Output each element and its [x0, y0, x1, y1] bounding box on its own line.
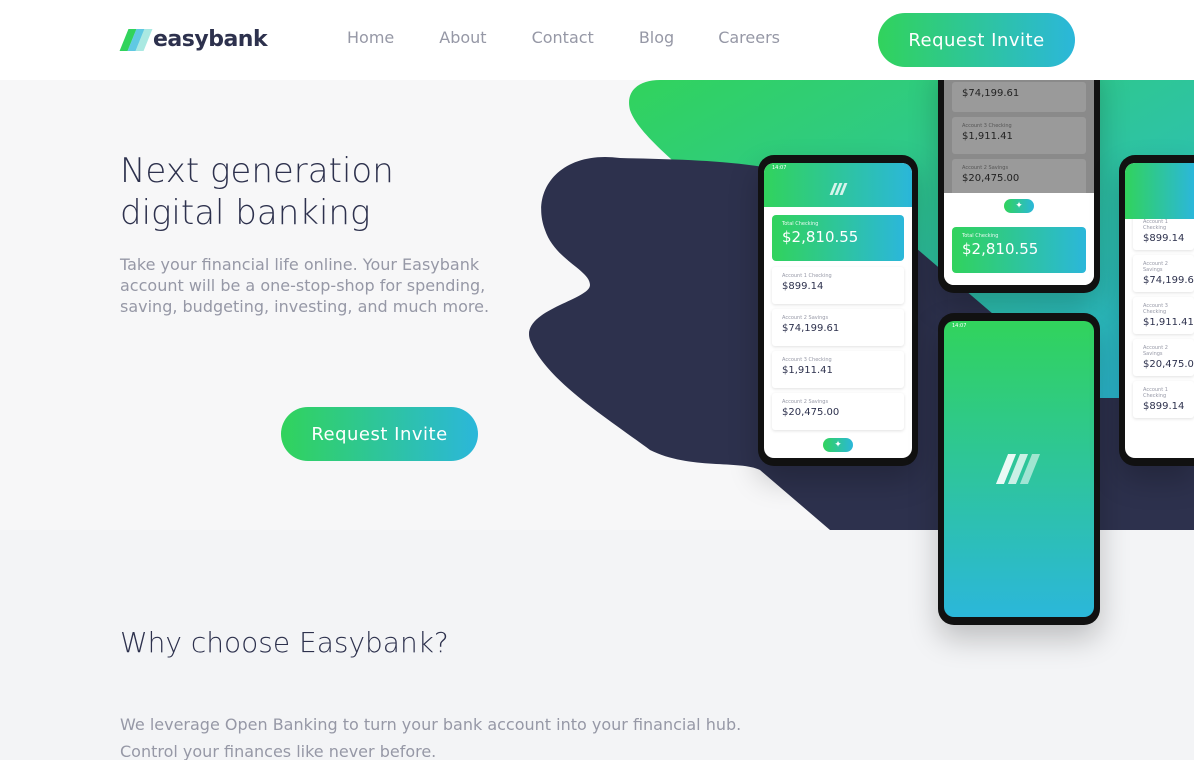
total-checking-card[interactable]: Total Checking $2,810.55: [952, 227, 1086, 273]
logo-text: easybank: [153, 26, 268, 52]
account-card[interactable]: Account 2 Savings $74,199.61: [772, 309, 904, 346]
why-description: We leverage Open Banking to turn your ba…: [120, 711, 770, 760]
nav-about[interactable]: About: [439, 28, 486, 47]
splash-logo-icon: [995, 454, 1042, 484]
nav-careers[interactable]: Careers: [718, 28, 780, 47]
total-label: Total Checking: [782, 221, 819, 227]
header-request-invite-button[interactable]: Request Invite: [878, 13, 1075, 67]
phone-splash-screen: 14:07: [944, 321, 1094, 617]
account-label: Account 1 Checking: [1143, 219, 1168, 231]
why-text-line2: Control your finances like never before.: [120, 742, 437, 760]
account-label: Account 3 Checking: [1143, 303, 1168, 315]
main-nav: Home About Contact Blog Careers: [347, 28, 820, 47]
hero-title-line2: digital banking: [120, 193, 371, 233]
account-card[interactable]: Account 3 Checking $1,911.41: [952, 117, 1086, 154]
why-title: Why choose Easybank?: [120, 626, 449, 659]
hero-title-line1: Next generation: [120, 151, 394, 191]
account-label: Account 2 Savings: [782, 315, 829, 321]
app-header: 14:07: [764, 163, 912, 207]
account-card[interactable]: Account 2 Savings $20,475.00: [952, 159, 1086, 196]
account-label: Account 3 Checking: [782, 357, 832, 363]
scrolled-account-list: $74,199.61 Account 3 Checking $1,911.41 A…: [944, 68, 1094, 196]
phone-right-screen: Account 1 Checking $899.14 Account 2 Savi…: [1125, 163, 1194, 458]
account-card[interactable]: Account 2 Savings $74,199.61: [1133, 255, 1194, 292]
nav-home[interactable]: Home: [347, 28, 394, 47]
phone-accounts-scrolled: $74,199.61 Account 3 Checking $1,911.41 A…: [938, 60, 1100, 293]
phone-accounts-right: Account 1 Checking $899.14 Account 2 Savi…: [1119, 155, 1194, 466]
status-time: 14:07: [772, 165, 787, 171]
hero-description: Take your financial life online. Your Ea…: [120, 255, 490, 316]
status-time: 14:07: [952, 323, 967, 329]
account-value: $74,199.61: [782, 323, 840, 334]
account-label: Account 2 Savings: [962, 165, 1009, 171]
logo[interactable]: easybank: [119, 26, 268, 52]
account-value: $74,199.61: [962, 88, 1020, 99]
account-label: Account 2 Savings: [782, 399, 829, 405]
account-value: $1,911.41: [782, 365, 833, 376]
total-label: Total Checking: [962, 233, 999, 239]
phone-splash: 14:07: [938, 313, 1100, 625]
phone-accounts-screen: 14:07 Total Checking $2,810.55 Account 1…: [764, 163, 912, 458]
nav-blog[interactable]: Blog: [639, 28, 674, 47]
app-logo-icon: [829, 183, 848, 195]
account-value: $1,911.41: [1143, 317, 1194, 328]
account-label: Account 1 Checking: [1143, 387, 1168, 399]
transfer-sheet: ✦ Total Checking $2,810.55: [944, 193, 1094, 285]
account-value: $20,475.00: [782, 407, 840, 418]
account-card[interactable]: Account 1 Checking $899.14: [1133, 381, 1194, 418]
account-label: Account 2 Savings: [1143, 261, 1168, 273]
hero-title: Next generation digital banking: [120, 150, 460, 234]
phone-accounts: 14:07 Total Checking $2,810.55 Account 1…: [758, 155, 918, 466]
account-value: $899.14: [782, 281, 824, 292]
account-card[interactable]: $74,199.61: [952, 82, 1086, 112]
phone-scrolled-screen: $74,199.61 Account 3 Checking $1,911.41 A…: [944, 68, 1094, 285]
account-value: $899.14: [1143, 401, 1185, 412]
why-text-line1: We leverage Open Banking to turn your ba…: [120, 715, 742, 734]
nav-contact[interactable]: Contact: [532, 28, 594, 47]
transfer-fab-icon[interactable]: ✦: [1004, 199, 1034, 213]
account-value: $74,199.61: [1143, 275, 1194, 286]
account-value: $20,475.00: [1143, 359, 1194, 370]
site-header: easybank Home About Contact Blog Careers…: [0, 0, 1194, 80]
account-card[interactable]: Account 3 Checking $1,911.41: [1133, 297, 1194, 334]
transfer-fab-icon[interactable]: ✦: [823, 438, 853, 452]
total-value: $2,810.55: [782, 228, 859, 246]
account-value: $1,911.41: [962, 131, 1013, 142]
account-label: Account 2 Savings: [1143, 345, 1168, 357]
account-label: Account 1 Checking: [782, 273, 832, 279]
account-card[interactable]: Account 2 Savings $20,475.00: [1133, 339, 1194, 376]
total-value: $2,810.55: [962, 240, 1039, 258]
account-card[interactable]: Account 1 Checking $899.14: [772, 267, 904, 304]
account-value: $20,475.00: [962, 173, 1020, 184]
account-value: $899.14: [1143, 233, 1185, 244]
total-checking-card[interactable]: Total Checking $2,810.55: [772, 215, 904, 261]
account-label: Account 3 Checking: [962, 123, 1012, 129]
account-card[interactable]: Account 3 Checking $1,911.41: [772, 351, 904, 388]
logo-icon: [119, 27, 153, 51]
app-header: [1125, 163, 1194, 219]
hero-request-invite-button[interactable]: Request Invite: [281, 407, 478, 461]
account-card[interactable]: Account 2 Savings $20,475.00: [772, 393, 904, 430]
